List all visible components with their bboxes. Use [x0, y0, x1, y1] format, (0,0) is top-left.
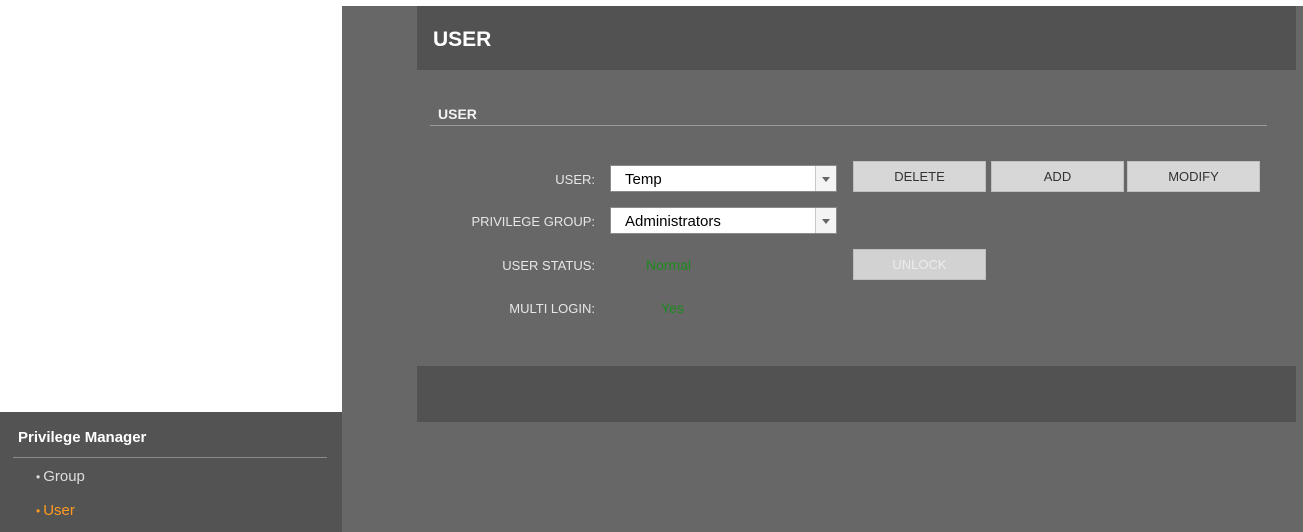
sidebar-item-label: Group — [43, 468, 85, 485]
page-header: USER — [417, 6, 1296, 70]
user-label: USER: — [555, 172, 595, 187]
user-select[interactable]: Temp — [610, 165, 837, 192]
chevron-down-icon[interactable] — [815, 166, 836, 191]
unlock-button[interactable]: UNLOCK — [853, 249, 986, 280]
privilege-group-label: PRIVILEGE GROUP: — [471, 214, 595, 229]
privilege-group-select-value: Administrators — [625, 213, 721, 230]
user-select-value: Temp — [625, 171, 662, 188]
section-title: USER — [438, 106, 477, 122]
modify-button[interactable]: MODIFY — [1127, 161, 1260, 192]
multi-login-value: Yes — [661, 300, 684, 316]
sidebar-item-user[interactable]: • User — [36, 502, 75, 519]
sidebar: Privilege Manager • Group • User — [0, 412, 342, 532]
privilege-group-select[interactable]: Administrators — [610, 207, 837, 234]
user-status-label: USER STATUS: — [502, 258, 595, 273]
main-content-area — [342, 6, 1303, 532]
sidebar-item-label: User — [43, 502, 75, 519]
footer-bar — [417, 366, 1296, 422]
sidebar-divider — [13, 457, 327, 458]
chevron-down-icon[interactable] — [815, 208, 836, 233]
sidebar-item-group[interactable]: • Group — [36, 468, 85, 485]
bullet-icon: • — [36, 470, 41, 484]
delete-button[interactable]: DELETE — [853, 161, 986, 192]
sidebar-title: Privilege Manager — [18, 429, 147, 446]
user-status-value: Normal — [646, 257, 692, 273]
add-button[interactable]: ADD — [991, 161, 1124, 192]
multi-login-label: MULTI LOGIN: — [509, 301, 595, 316]
page-title: USER — [433, 28, 492, 51]
section-divider — [430, 125, 1267, 126]
bullet-icon: • — [36, 504, 41, 518]
